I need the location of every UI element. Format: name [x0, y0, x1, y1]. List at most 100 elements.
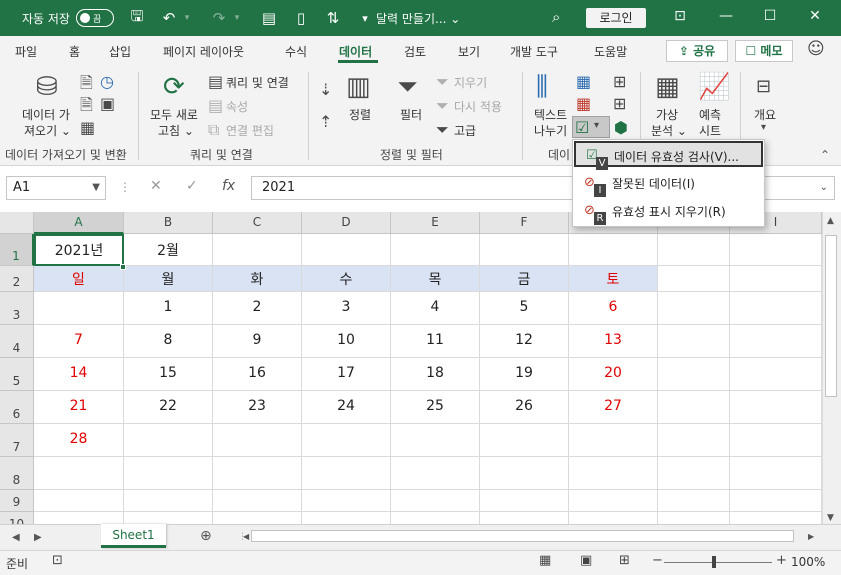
cell-a4[interactable]: 7	[34, 325, 124, 358]
cell-b10[interactable]	[124, 512, 213, 524]
cell-c6[interactable]: 23	[213, 391, 302, 424]
cell-h4[interactable]	[658, 325, 730, 358]
cell-e9[interactable]	[391, 490, 480, 512]
cell-f5[interactable]: 19	[480, 358, 569, 391]
data-model-icon[interactable]: ⬢	[614, 118, 628, 137]
flash-fill-icon[interactable]: ▦	[576, 72, 591, 91]
row-header[interactable]: 6	[0, 391, 34, 424]
clear-filter-label[interactable]: 지우기	[454, 74, 487, 91]
cell-h7[interactable]	[658, 424, 730, 457]
tab-formulas[interactable]: 수식	[285, 43, 307, 60]
sort-ascending-icon[interactable]: ⇣	[319, 80, 332, 99]
cell-e5[interactable]: 18	[391, 358, 480, 391]
tab-developer[interactable]: 개발 도구	[510, 43, 558, 60]
minimize-icon[interactable]: —	[716, 8, 736, 24]
row-header[interactable]: 2	[0, 266, 34, 292]
cell-d1[interactable]	[302, 234, 391, 266]
cell-b6[interactable]: 22	[124, 391, 213, 424]
filter-label[interactable]: 필터	[400, 106, 422, 123]
cell-c10[interactable]	[213, 512, 302, 524]
cell-g9[interactable]	[569, 490, 658, 512]
redo-icon[interactable]: ↷	[210, 9, 228, 27]
recent-sources-icon[interactable]: ◷	[100, 72, 114, 91]
what-if-label-2[interactable]: 분석 ⌄	[651, 122, 687, 139]
cell-i8[interactable]	[730, 457, 822, 490]
cell-d9[interactable]	[302, 490, 391, 512]
remove-duplicates-icon[interactable]: ▦	[576, 94, 591, 113]
from-table-icon[interactable]: ▦	[80, 118, 95, 137]
cell-i7[interactable]	[730, 424, 822, 457]
cell-b4[interactable]: 8	[124, 325, 213, 358]
page-layout-view-icon[interactable]: ▣	[580, 553, 592, 568]
cell-d4[interactable]: 10	[302, 325, 391, 358]
cell-g7[interactable]	[569, 424, 658, 457]
sheet-tab-sheet1[interactable]: Sheet1	[101, 524, 166, 548]
add-sheet-icon[interactable]: ⊕	[200, 528, 212, 544]
cell-c5[interactable]: 16	[213, 358, 302, 391]
row-header[interactable]: 7	[0, 424, 34, 457]
cell-e10[interactable]	[391, 512, 480, 524]
cell-g3[interactable]: 6	[569, 292, 658, 325]
cell-f6[interactable]: 26	[480, 391, 569, 424]
cell-f2[interactable]: 금	[480, 266, 569, 292]
zoom-in-icon[interactable]: +	[776, 553, 787, 568]
cell-e6[interactable]: 25	[391, 391, 480, 424]
cell-a5[interactable]: 14	[34, 358, 124, 391]
text-to-columns-label-1[interactable]: 텍스트	[534, 106, 567, 123]
enter-entry-icon[interactable]: ✓	[186, 178, 198, 194]
cell-i6[interactable]	[730, 391, 822, 424]
normal-view-icon[interactable]: ▦	[539, 553, 551, 568]
tab-view[interactable]: 보기	[458, 43, 480, 60]
column-header[interactable]: E	[391, 212, 480, 234]
cell-h6[interactable]	[658, 391, 730, 424]
cell-b2[interactable]: 월	[124, 266, 213, 292]
customize-qat-icon[interactable]: ▾	[356, 12, 374, 25]
cell-e3[interactable]: 4	[391, 292, 480, 325]
outline-dropdown-icon[interactable]: ▾	[761, 122, 766, 133]
cell-b3[interactable]: 1	[124, 292, 213, 325]
zoom-slider[interactable]	[664, 562, 772, 563]
menu-item-data-validation[interactable]: ☑ V 데이터 유효성 검사(V)...	[574, 141, 763, 170]
page-break-view-icon[interactable]: ⊞	[619, 553, 630, 568]
cell-h2[interactable]	[658, 266, 730, 292]
cell-d3[interactable]: 3	[302, 292, 391, 325]
cell-i2[interactable]	[730, 266, 822, 292]
get-data-label-1[interactable]: 데이터 가	[22, 106, 70, 123]
cell-d5[interactable]: 17	[302, 358, 391, 391]
comments-button[interactable]: ☐ 메모	[735, 40, 793, 62]
zoom-level[interactable]: 100%	[791, 555, 825, 569]
undo-icon[interactable]: ↶	[160, 9, 178, 27]
row-header[interactable]: 5	[0, 358, 34, 391]
tab-help[interactable]: 도움말	[594, 43, 627, 60]
row-header[interactable]: 8	[0, 457, 34, 490]
row-header[interactable]: 1	[0, 234, 34, 266]
cell-b5[interactable]: 15	[124, 358, 213, 391]
cell-d10[interactable]	[302, 512, 391, 524]
cell-h10[interactable]	[658, 512, 730, 524]
column-header[interactable]: A	[34, 212, 124, 234]
cell-f10[interactable]	[480, 512, 569, 524]
fill-handle[interactable]	[120, 264, 126, 270]
worksheet-grid[interactable]: ABCDEFGHI12021년2월2일월화수목금토312345647891011…	[0, 212, 822, 524]
login-button[interactable]: 로그인	[586, 8, 646, 28]
redo-dropdown-icon[interactable]: ▾	[228, 13, 246, 23]
cell-c7[interactable]	[213, 424, 302, 457]
cell-c4[interactable]: 9	[213, 325, 302, 358]
tab-page-layout[interactable]: 페이지 레이아웃	[163, 43, 244, 60]
expand-formula-bar-icon[interactable]: ⌄	[820, 177, 828, 199]
cell-d2[interactable]: 수	[302, 266, 391, 292]
from-web-icon[interactable]: 🗎	[80, 94, 93, 121]
autosave-toggle[interactable]: 끔	[75, 9, 114, 27]
cell-h5[interactable]	[658, 358, 730, 391]
cell-g10[interactable]	[569, 512, 658, 524]
cell-c9[interactable]	[213, 490, 302, 512]
close-icon[interactable]: ✕	[805, 8, 825, 24]
row-header[interactable]: 9	[0, 490, 34, 512]
cell-h1[interactable]	[658, 234, 730, 266]
name-box[interactable]: A1 ▼	[6, 176, 106, 200]
menu-item-circle-invalid[interactable]: ⊘ I 잘못된 데이터(I)	[574, 170, 763, 197]
what-if-label-1[interactable]: 가상	[656, 106, 678, 123]
document-title[interactable]: 달력 만들기... ⌄	[376, 10, 460, 27]
cell-d7[interactable]	[302, 424, 391, 457]
vertical-scroll-thumb[interactable]	[825, 235, 837, 397]
